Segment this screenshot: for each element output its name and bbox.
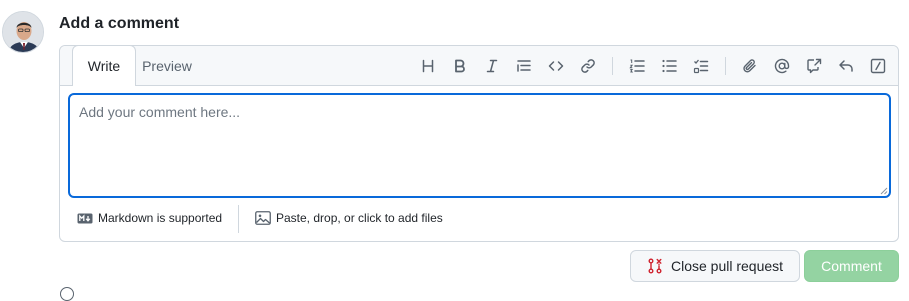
markdown-icon: [77, 213, 93, 223]
footer-divider: [238, 205, 239, 233]
toolbar-divider: [612, 57, 613, 75]
ordered-list-icon[interactable]: [625, 54, 649, 78]
markdown-hint[interactable]: Markdown is supported: [77, 209, 222, 227]
code-icon[interactable]: [544, 54, 568, 78]
bold-icon[interactable]: [448, 54, 472, 78]
italic-icon[interactable]: [480, 54, 504, 78]
avatar-image: [3, 12, 43, 52]
comment-button-label: Comment: [821, 258, 882, 274]
comment-box: Write Preview Add your comment here... M…: [59, 45, 899, 242]
close-pull-request-button[interactable]: Close pull request: [630, 250, 800, 282]
task-list-icon[interactable]: [689, 54, 713, 78]
avatar[interactable]: [2, 11, 44, 53]
partial-timeline-icon: [60, 287, 74, 301]
tab-write[interactable]: Write: [72, 45, 136, 86]
saved-reply-icon[interactable]: [834, 54, 858, 78]
comment-textarea-wrapper: [68, 93, 891, 198]
tab-preview[interactable]: Preview: [136, 46, 198, 86]
resize-handle-icon[interactable]: [880, 187, 888, 195]
close-pull-request-label: Close pull request: [670, 258, 784, 274]
unordered-list-icon[interactable]: [657, 54, 681, 78]
editor-tabbar: Write Preview: [60, 45, 898, 86]
toolbar-divider: [725, 57, 726, 75]
link-icon[interactable]: [576, 54, 600, 78]
cross-reference-icon[interactable]: [802, 54, 826, 78]
page-title: Add a comment: [59, 15, 180, 32]
add-files-button[interactable]: Paste, drop, or click to add files: [255, 209, 443, 227]
heading-icon[interactable]: [416, 54, 440, 78]
pull-request-closed-icon: [648, 258, 662, 274]
quote-icon[interactable]: [512, 54, 536, 78]
comment-textarea[interactable]: [70, 95, 889, 196]
markdown-label: Markdown is supported: [98, 211, 223, 225]
add-files-label: Paste, drop, or click to add files: [276, 211, 443, 225]
comment-button[interactable]: Comment: [804, 250, 899, 282]
image-icon: [255, 211, 271, 225]
mention-icon[interactable]: [770, 54, 794, 78]
slash-command-icon[interactable]: [866, 54, 890, 78]
attach-icon[interactable]: [738, 54, 762, 78]
